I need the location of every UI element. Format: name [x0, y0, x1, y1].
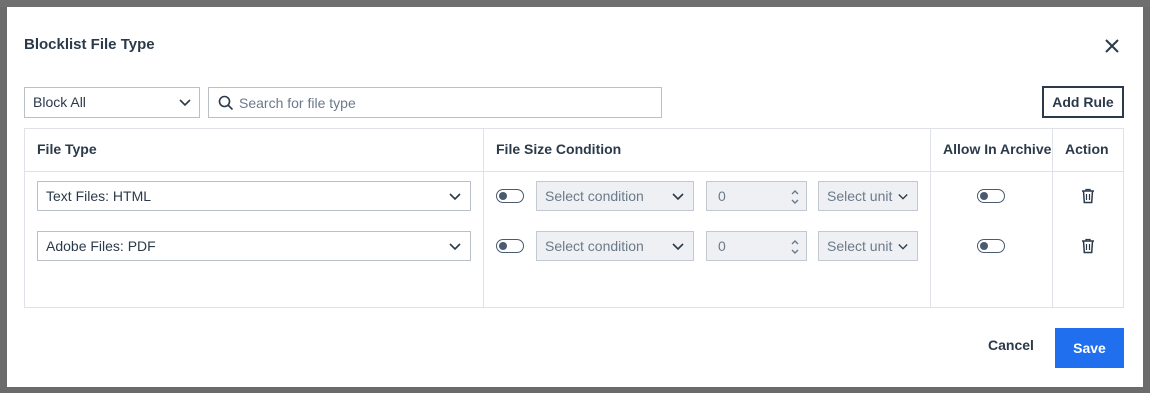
file-type-value: Adobe Files: PDF	[46, 238, 156, 254]
size-value: 0	[718, 238, 726, 254]
chevron-down-icon	[898, 244, 908, 250]
unit-select[interactable]: Select unit	[818, 181, 918, 211]
stepper-arrows-icon[interactable]	[790, 187, 800, 207]
header-allow-in-archive: Allow In Archive	[943, 141, 1052, 157]
trash-icon[interactable]	[1081, 188, 1095, 204]
close-button[interactable]	[1102, 36, 1122, 56]
unit-placeholder: Select unit	[827, 188, 893, 204]
dialog-title: Blocklist File Type	[24, 36, 155, 53]
size-condition-toggle[interactable]	[496, 189, 524, 203]
chevron-down-icon	[672, 193, 684, 201]
chevron-down-icon	[672, 243, 684, 251]
unit-placeholder: Select unit	[827, 238, 893, 254]
file-type-value: Text Files: HTML	[46, 188, 152, 204]
size-value-stepper[interactable]: 0	[706, 181, 807, 211]
condition-select[interactable]: Select condition	[536, 181, 694, 211]
chevron-down-icon	[449, 243, 461, 251]
column-divider	[1052, 129, 1053, 307]
search-icon	[218, 95, 234, 111]
cancel-button[interactable]: Cancel	[979, 337, 1043, 359]
file-type-select[interactable]: Adobe Files: PDF	[37, 231, 471, 261]
trash-icon[interactable]	[1081, 238, 1095, 254]
column-divider	[930, 129, 931, 307]
size-value: 0	[718, 188, 726, 204]
file-type-select[interactable]: Text Files: HTML	[37, 181, 471, 211]
toggle-knob	[980, 241, 988, 250]
chevron-down-icon	[179, 99, 191, 107]
condition-select[interactable]: Select condition	[536, 231, 694, 261]
size-condition-toggle[interactable]	[496, 239, 524, 253]
condition-placeholder: Select condition	[545, 188, 644, 204]
block-mode-select[interactable]: Block All	[24, 87, 200, 118]
chevron-down-icon	[898, 194, 908, 200]
unit-select[interactable]: Select unit	[818, 231, 918, 261]
file-type-search[interactable]	[208, 87, 662, 118]
block-mode-value: Block All	[33, 94, 86, 110]
chevron-down-icon	[449, 193, 461, 201]
header-action: Action	[1065, 141, 1109, 157]
column-divider	[483, 129, 484, 307]
toggle-knob	[499, 241, 507, 250]
rules-table: File Type File Size Condition Allow In A…	[24, 128, 1124, 308]
toggle-knob	[980, 191, 988, 200]
background-toolbar-strip	[0, 0, 1150, 7]
allow-in-archive-toggle[interactable]	[977, 189, 1005, 203]
header-divider	[25, 171, 1123, 172]
header-file-size-condition: File Size Condition	[496, 141, 622, 157]
search-input[interactable]	[239, 92, 649, 114]
stepper-arrows-icon[interactable]	[790, 237, 800, 257]
size-value-stepper[interactable]: 0	[706, 231, 807, 261]
toggle-knob	[499, 191, 507, 200]
blocklist-file-type-dialog: Blocklist File Type Block All Add Rule F…	[7, 7, 1143, 387]
header-file-type: File Type	[37, 141, 97, 157]
save-button[interactable]: Save	[1055, 328, 1124, 368]
add-rule-button[interactable]: Add Rule	[1042, 86, 1124, 118]
allow-in-archive-toggle[interactable]	[977, 239, 1005, 253]
condition-placeholder: Select condition	[545, 238, 644, 254]
close-icon	[1105, 39, 1119, 53]
